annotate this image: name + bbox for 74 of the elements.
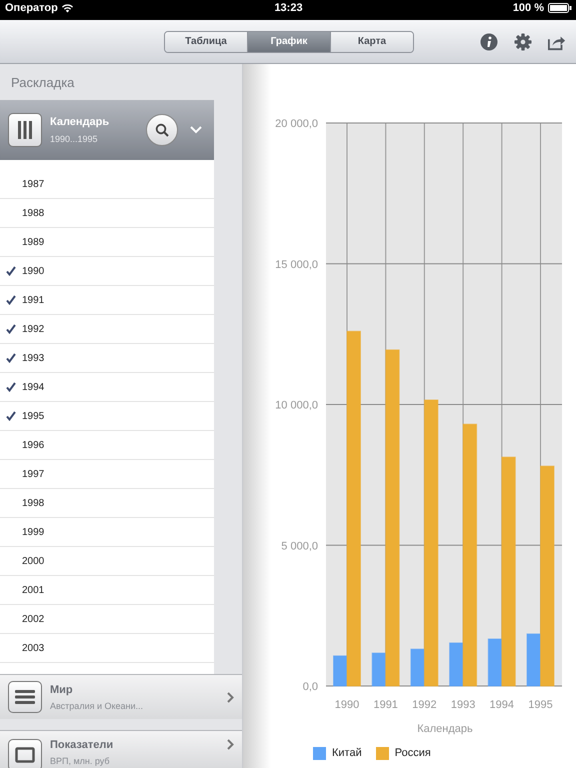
carrier-name: Оператор (5, 2, 58, 14)
year-label: 1988 (22, 208, 44, 218)
wifi-icon (62, 4, 73, 12)
year-item[interactable]: 1991 (0, 286, 214, 315)
year-label: 2001 (22, 584, 44, 596)
year-label: 1997 (22, 468, 44, 480)
battery-icon (548, 3, 572, 13)
view-tab[interactable]: Таблица (165, 32, 247, 52)
settings-icon[interactable] (514, 32, 532, 50)
legend-label: Китай (332, 747, 362, 759)
columns-button[interactable] (8, 113, 42, 147)
year-label: 1996 (22, 440, 44, 450)
year-label: 1995 (22, 410, 44, 422)
panel-name: Показатели (50, 739, 114, 751)
clock: 13:23 (274, 2, 303, 14)
year-label: 2002 (22, 614, 44, 624)
y-tick-label: 5 000,0 (281, 540, 318, 552)
y-tick-label: 15 000,0 (275, 258, 318, 271)
year-label: 1987 (22, 178, 44, 190)
year-item[interactable]: 2003 (0, 634, 214, 663)
columns-icon (18, 121, 32, 139)
dimension-name: Календарь (50, 116, 110, 128)
year-item[interactable]: 2002 (0, 605, 214, 634)
year-label: 1998 (22, 498, 44, 508)
battery-percent: 100 % (512, 2, 544, 14)
year-item[interactable]: 1999 (0, 518, 214, 547)
x-tick-label: 1994 (490, 699, 514, 711)
year-item[interactable]: 1997 (0, 460, 214, 489)
year-label: 1990 (22, 266, 44, 276)
sidebar-title: Раскладка (10, 74, 76, 92)
year-item[interactable]: 1992 (0, 315, 214, 344)
x-tick-label: 1992 (412, 699, 437, 711)
panel-name: Мир (50, 684, 74, 696)
panel-summary: Австралия и Океани... (50, 700, 144, 710)
year-item[interactable]: 2001 (0, 576, 214, 605)
legend-label: Россия (394, 747, 431, 759)
y-tick-label: 0,0 (302, 681, 318, 693)
year-item[interactable]: 1998 (0, 489, 214, 518)
y-tick-label: 10 000,0 (275, 400, 318, 412)
dimension-summary: 1990...1995 (50, 134, 99, 144)
year-label: 1992 (22, 324, 44, 334)
year-item[interactable]: 1993 (0, 344, 214, 373)
year-item[interactable]: 2000 (0, 547, 214, 576)
x-tick-label: 1990 (334, 699, 360, 711)
year-label: 2003 (22, 642, 44, 654)
dimension-panel[interactable]: Мир Австралия и Океани... (0, 674, 242, 719)
year-label: 2000 (22, 556, 44, 566)
y-tick-label: 20 000,0 (275, 118, 318, 130)
menu-icon (15, 690, 35, 704)
info-icon[interactable] (480, 32, 498, 50)
year-label: 1994 (22, 382, 44, 392)
year-item[interactable]: 1995 (0, 402, 214, 431)
square-icon (15, 747, 35, 763)
x-tick-label: 1993 (450, 699, 476, 711)
year-label: 1991 (22, 294, 44, 306)
search-icon (155, 123, 169, 137)
year-label: 1993 (22, 352, 44, 364)
search-button[interactable] (146, 114, 178, 146)
x-axis-title: Календарь (417, 723, 473, 735)
year-item[interactable]: 1987 (0, 170, 214, 199)
chevron-right-icon (227, 739, 234, 750)
year-item[interactable]: 1990 (0, 257, 214, 286)
x-tick-label: 1991 (373, 699, 398, 711)
chevron-right-icon (227, 692, 234, 702)
year-label: 1999 (22, 526, 44, 538)
view-tab[interactable]: Карта (330, 32, 413, 52)
x-tick-label: 1995 (528, 699, 553, 711)
year-item[interactable]: 1994 (0, 373, 214, 402)
year-item[interactable]: 1996 (0, 431, 214, 460)
year-label: 1989 (22, 236, 44, 248)
year-item[interactable]: 1989 (0, 228, 214, 257)
panel-summary: ВРП, млн. руб (50, 756, 111, 766)
year-item[interactable]: 1988 (0, 199, 214, 228)
dimension-panel[interactable]: Показатели ВРП, млн. руб (0, 730, 242, 768)
